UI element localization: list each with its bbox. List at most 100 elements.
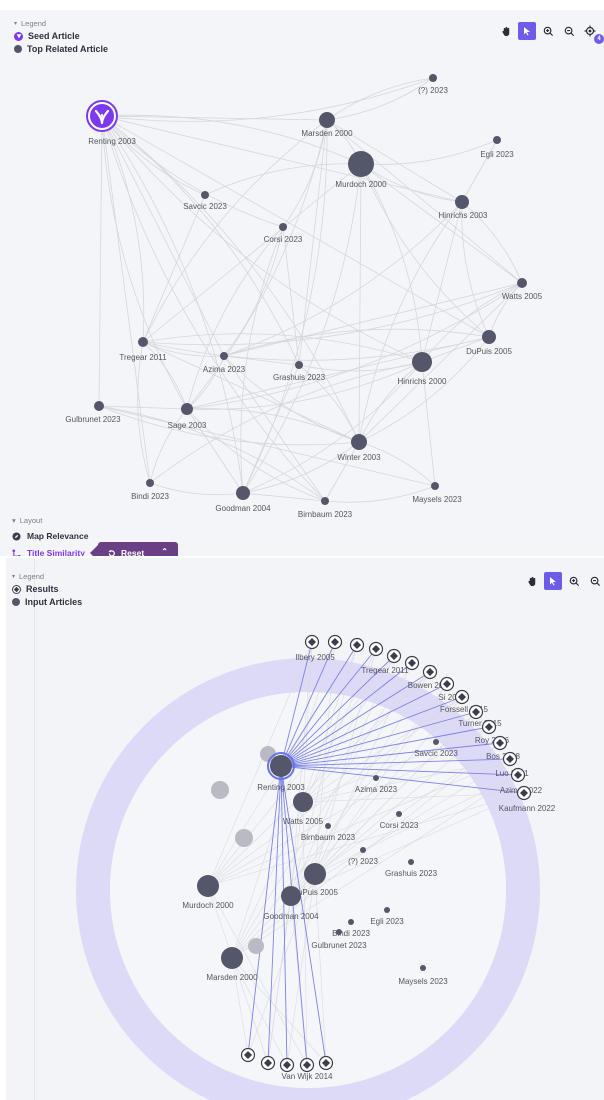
node-circle — [408, 859, 414, 865]
node-circle — [384, 907, 390, 913]
legend-item-input-articles: Input Articles — [12, 597, 82, 607]
node-label: Renting 2003 — [257, 783, 305, 792]
graph-panel-bottom: Ilbery 2005 Tregear 2011 Bowen 2014 Si 2019… — [0, 558, 604, 1100]
result-node[interactable] — [502, 751, 518, 767]
zoom-out-icon — [590, 576, 600, 586]
graph-edge — [101, 115, 490, 338]
layout-option-label: Map Relevance — [27, 531, 89, 541]
node-label: Egli 2023 — [370, 917, 404, 926]
chevron-up-icon[interactable]: ⌃ — [161, 547, 168, 556]
node-grashuis-2023[interactable]: Grashuis 2023 — [273, 361, 326, 382]
node-circle — [412, 352, 432, 372]
locate-button[interactable]: 4 — [581, 22, 604, 44]
node-marsden-2000[interactable]: Marsden 2000 — [301, 112, 353, 138]
reset-pointer-arrow — [90, 545, 98, 556]
node-circle — [94, 401, 104, 411]
reset-button[interactable]: Reset ⌃ — [90, 542, 178, 556]
node-renting-2003[interactable]: Renting 2003 — [86, 100, 136, 146]
node-label: Maysels 2023 — [398, 977, 448, 986]
legend-header[interactable]: ▾ Legend — [12, 572, 82, 581]
graph-edge — [101, 115, 225, 357]
result-node[interactable] — [368, 641, 384, 657]
node-label: Murdoch 2000 — [182, 901, 234, 910]
node-winter-2003[interactable]: Winter 2003 — [337, 434, 381, 462]
pointer-select-icon — [550, 577, 556, 586]
layout-option-map-relevance[interactable]: Map Relevance — [12, 531, 88, 541]
graph-edge — [142, 119, 328, 343]
zoom-in-button[interactable] — [565, 572, 583, 590]
node-circle — [360, 847, 366, 853]
legend-item-seed: Seed Article — [14, 31, 108, 41]
top-graph-canvas[interactable]: Renting 2003 (?) 2023 Marsden 2000 Egli 202… — [0, 10, 604, 556]
graph-panel-top: Renting 2003 (?) 2023 Marsden 2000 Egli 202… — [0, 0, 604, 556]
node-circle — [420, 965, 426, 971]
node-label: Azima 2023 — [203, 365, 246, 374]
layout-option-title-similarity[interactable]: Title Similarity — [12, 548, 88, 556]
node-label: Corsi 2023 — [380, 821, 419, 830]
layout-option-label: Title Similarity — [27, 548, 85, 556]
node-birnbaum-2023[interactable]: Birnbaum 2023 — [298, 497, 353, 519]
graph-edge — [242, 492, 326, 502]
bottom-graph-canvas[interactable]: Ilbery 2005Tregear 2011Bowen 2014Si 2019… — [0, 558, 604, 1100]
node-goodman-2004[interactable]: Goodman 2004 — [215, 486, 271, 513]
ghost-node — [211, 781, 229, 799]
hand-pan-button[interactable] — [523, 572, 541, 590]
graph-edge — [242, 364, 300, 494]
node-circle — [304, 863, 326, 885]
node-circle — [270, 755, 292, 777]
node-gulbrunet-2023[interactable]: Gulbrunet 2023 — [65, 401, 121, 424]
graph-edge — [326, 77, 434, 121]
result-node[interactable] — [318, 1055, 334, 1071]
node-circle — [493, 136, 501, 144]
node-circle — [138, 337, 148, 347]
node-circle — [221, 947, 243, 969]
legend-header[interactable]: ▾ Legend — [14, 19, 108, 28]
zoom-out-button[interactable] — [560, 22, 578, 40]
legend-item-label: Input Articles — [25, 597, 83, 607]
node-label: Tregear 2011 — [119, 353, 167, 362]
node-circle — [455, 195, 469, 209]
node-label: Gulbrunet 2023 — [311, 941, 367, 950]
node-savcic-2023[interactable]: Savcic 2023 — [183, 191, 227, 211]
result-node-label: Van Wijk 2014 — [282, 1072, 334, 1081]
node-azima-2023[interactable]: Azima 2023 — [203, 352, 246, 374]
layout-header[interactable]: ▾ Layout — [12, 516, 88, 525]
hand-pan-button[interactable] — [497, 22, 515, 40]
node-circle — [482, 330, 496, 344]
result-node[interactable] — [279, 1057, 295, 1073]
node-corsi-2023[interactable]: Corsi 2023 — [264, 223, 303, 244]
result-node[interactable] — [260, 1055, 276, 1071]
layout-controls: ▾ Layout Map Relevance Title Similarity — [12, 516, 88, 556]
node-label: Bindi 2023 — [131, 492, 169, 501]
pointer-select-button[interactable] — [544, 572, 562, 590]
node-circle — [325, 823, 331, 829]
node-label: Murdoch 2000 — [335, 180, 387, 189]
zoom-in-button[interactable] — [539, 22, 557, 40]
node-circle — [433, 739, 439, 745]
graph-edge — [242, 361, 423, 494]
compass-icon — [12, 531, 21, 541]
graph-edge — [101, 115, 188, 410]
graph-edge — [186, 355, 225, 410]
zoom-out-button[interactable] — [586, 572, 604, 590]
node-hinrichs-2003[interactable]: Hinrichs 2003 — [439, 195, 488, 220]
node-circle — [517, 278, 527, 288]
collapse-caret-icon: ▾ — [14, 21, 18, 27]
node-bindi-2023[interactable]: Bindi 2023 — [131, 479, 169, 501]
graph-edge — [360, 139, 498, 165]
result-node[interactable] — [516, 785, 532, 801]
layout-header-label: Layout — [19, 516, 43, 525]
collapse-caret-icon: ▾ — [12, 516, 16, 525]
node-circle — [348, 919, 354, 925]
node-maysels-2023[interactable]: Maysels 2023 — [412, 482, 462, 504]
node-egli-2023[interactable]: Egli 2023 — [480, 136, 514, 159]
node-label: Hinrichs 2003 — [439, 211, 488, 220]
result-node[interactable] — [240, 1047, 256, 1063]
ghost-node — [248, 938, 264, 954]
node-label: Corsi 2023 — [264, 235, 303, 244]
pointer-select-button[interactable] — [518, 22, 536, 40]
graph-edge — [358, 163, 362, 443]
graph-edge — [223, 282, 523, 357]
result-node[interactable] — [327, 634, 343, 650]
similarity-icon — [12, 548, 21, 556]
